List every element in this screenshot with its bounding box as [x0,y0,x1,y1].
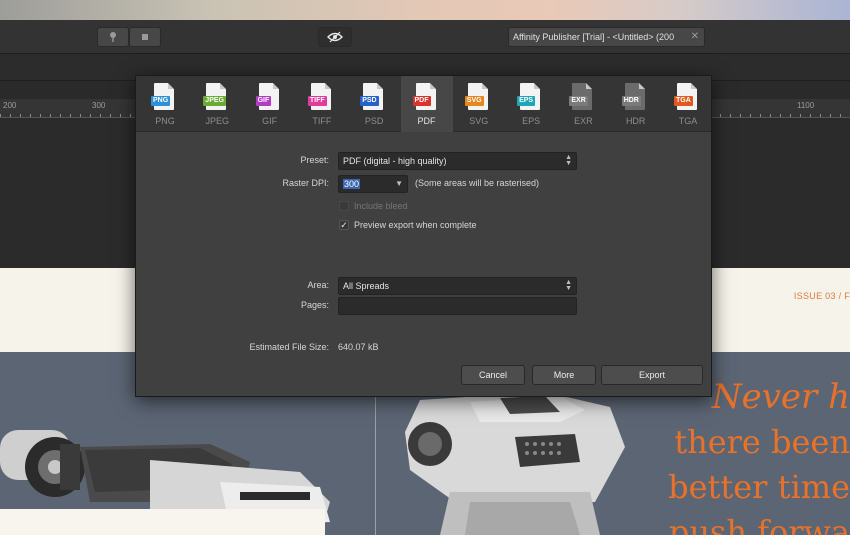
file-pdf-icon: PDF [412,83,436,110]
file-eps-icon: EPS [517,83,541,110]
headline-line: better time [668,468,850,506]
format-tab-eps[interactable]: EPS EPS [505,76,557,132]
file-size-value: 640.07 kB [338,342,379,352]
text-frame[interactable] [0,509,325,535]
format-badge: TIFF [307,96,327,106]
format-badge: PSD [360,96,379,106]
ruler-label: 1100 [797,101,815,110]
include-bleed-checkbox[interactable] [339,201,349,211]
preview-export-label: Preview export when complete [354,220,477,230]
format-tab-pdf[interactable]: PDF PDF [400,76,453,132]
format-badge: GIF [255,96,272,106]
raster-note: (Some areas will be rasterised) [415,178,540,188]
view-mode-icon[interactable] [318,27,352,47]
issue-label: ISSUE 03 / F [793,291,850,301]
format-name: EPS [522,116,541,126]
ruler-label: 300 [92,101,106,110]
pages-input[interactable] [338,297,577,315]
format-badge: PNG [151,96,171,106]
file-exr-icon: EXR [569,83,593,110]
format-badge: JPEG [203,96,226,106]
area-select[interactable]: All Spreads ▲ ▼ [338,277,577,295]
format-badge: TGA [674,96,693,106]
format-tab-svg[interactable]: SVG SVG [453,76,505,132]
format-tab-jpeg[interactable]: JPEG JPEG [191,76,243,132]
format-name: TIFF [312,116,332,126]
format-tab-png[interactable]: PNG PNG [139,76,191,132]
headline-line: there been [674,423,850,461]
format-tab-tiff[interactable]: TIFF TIFF [296,76,348,132]
chevron-down-icon[interactable]: ▼ [395,176,403,192]
area-label: Area: [307,280,329,290]
include-bleed-label: Include bleed [354,201,408,211]
export-dialog: PNG PNG JPEG JPEG GIF GIF TIFF TIFF PSD PSD PDF PDF… [135,75,712,397]
format-name: PDF [417,116,436,126]
format-name: JPEG [205,116,230,126]
preset-label: Preset: [300,155,329,165]
pages-label: Pages: [300,300,329,310]
file-hdr-icon: HDR [621,83,645,110]
export-button[interactable]: Export [601,365,703,385]
format-tab-exr[interactable]: EXR EXR [557,76,609,132]
raster-dpi-value: 300 [343,179,361,189]
headline-text: Never h there been better time push forw… [630,375,850,535]
file-psd-icon: PSD [360,83,384,110]
format-badge: EXR [569,96,588,106]
headline-line: push forwa [668,513,850,535]
document-title-tab[interactable]: Affinity Publisher [Trial] - <Untitled> … [508,27,705,47]
file-png-icon: PNG [151,83,174,110]
format-badge: EPS [517,96,536,106]
file-jpeg-icon: JPEG [203,83,227,110]
ruler-label: 200 [3,101,17,110]
format-name: PSD [364,116,384,126]
format-name: TGA [678,116,698,126]
file-svg-icon: SVG [464,83,488,110]
file-size-label: Estimated File Size: [249,342,329,352]
document-title: Affinity Publisher [Trial] - <Untitled> … [513,32,675,42]
format-badge: PDF [412,96,431,106]
preset-value: PDF (digital - high quality) [343,156,447,166]
format-tab-psd[interactable]: PSD PSD [348,76,400,132]
format-badge: HDR [621,96,641,106]
preview-export-checkbox[interactable]: ✓ [339,220,349,230]
format-tab-gif[interactable]: GIF GIF [244,76,296,132]
format-name: PNG [155,116,175,126]
more-button[interactable]: More [532,365,596,385]
raster-dpi-input[interactable]: 300 ▼ [338,175,408,193]
format-badge: SVG [464,96,484,106]
stepper-arrows-icon: ▲ ▼ [565,154,572,167]
raster-dpi-label: Raster DPI: [282,178,329,188]
stepper-arrows-icon: ▲ ▼ [565,279,572,292]
stop-icon[interactable] [129,27,161,47]
window-top-gradient [0,0,850,20]
title-bar: Affinity Publisher [Trial] - <Untitled> … [0,20,850,54]
format-name: HDR [625,116,646,126]
area-value: All Spreads [343,281,390,291]
file-tga-icon: TGA [674,83,697,110]
preset-select[interactable]: PDF (digital - high quality) ▲ ▼ [338,152,577,170]
format-tab-hdr[interactable]: HDR HDR [610,76,662,132]
format-tab-bar: PNG PNG JPEG JPEG GIF GIF TIFF TIFF PSD PSD PDF PDF… [136,76,711,132]
file-tiff-icon: TIFF [307,83,331,110]
format-name: EXR [574,116,593,126]
format-name: SVG [469,116,489,126]
file-gif-icon: GIF [255,83,279,110]
pin-icon[interactable] [97,27,129,47]
format-tab-tga[interactable]: TGA TGA [662,76,714,132]
cancel-button[interactable]: Cancel [461,365,525,385]
format-name: GIF [262,116,278,126]
close-tab-icon[interactable]: ✕ [691,28,699,46]
